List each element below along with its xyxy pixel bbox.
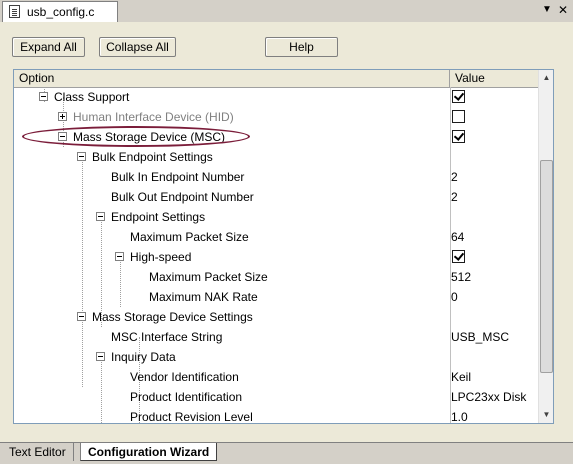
option-label: Endpoint Settings bbox=[111, 210, 206, 224]
option-value[interactable]: 64 bbox=[451, 230, 464, 244]
vertical-scrollbar[interactable]: ▲ ▼ bbox=[538, 70, 553, 423]
tree-row-hid[interactable]: Human Interface Device (HID) bbox=[14, 107, 538, 127]
column-header-value[interactable]: Value bbox=[450, 70, 538, 87]
option-label: Human Interface Device (HID) bbox=[73, 110, 234, 124]
file-tab-usb-config[interactable]: usb_config.c bbox=[2, 1, 118, 22]
checkbox-unchecked[interactable] bbox=[452, 110, 465, 123]
tree-row-vendor-identification[interactable]: Vendor Identification Keil bbox=[14, 367, 538, 387]
collapse-icon[interactable] bbox=[39, 92, 48, 101]
option-value[interactable]: 1.0 bbox=[451, 410, 468, 423]
tab-list-dropdown-icon[interactable]: ▼ bbox=[541, 4, 553, 16]
document-icon bbox=[9, 5, 20, 18]
tree-row-high-speed[interactable]: High-speed bbox=[14, 247, 538, 267]
tree-row-msc-interface-string[interactable]: MSC Interface String USB_MSC bbox=[14, 327, 538, 347]
option-label: Bulk Endpoint Settings bbox=[92, 150, 213, 164]
tree-row-msd-settings[interactable]: Mass Storage Device Settings bbox=[14, 307, 538, 327]
tree-row-product-identification[interactable]: Product Identification LPC23xx Disk bbox=[14, 387, 538, 407]
file-tab-label: usb_config.c bbox=[27, 5, 95, 19]
option-label: Product Revision Level bbox=[130, 410, 253, 424]
option-label: MSC Interface String bbox=[111, 330, 223, 344]
option-value[interactable]: 0 bbox=[451, 290, 458, 304]
options-tree: Class Support Human Interface Device (HI… bbox=[14, 87, 538, 424]
option-label: Vendor Identification bbox=[130, 370, 239, 384]
tree-row-msc[interactable]: Mass Storage Device (MSC) bbox=[14, 127, 538, 147]
collapse-icon[interactable] bbox=[115, 252, 124, 261]
scroll-up-arrow-icon[interactable]: ▲ bbox=[539, 70, 553, 86]
expand-all-button[interactable]: Expand All bbox=[12, 37, 85, 57]
tree-row-product-revision-level[interactable]: Product Revision Level 1.0 bbox=[14, 407, 538, 424]
option-label: Product Identification bbox=[130, 390, 243, 404]
option-value[interactable]: 2 bbox=[451, 190, 458, 204]
option-value[interactable]: 2 bbox=[451, 170, 458, 184]
tab-configuration-wizard[interactable]: Configuration Wizard bbox=[80, 443, 218, 461]
tree-row-class-support[interactable]: Class Support bbox=[14, 87, 538, 107]
close-icon[interactable]: ✕ bbox=[557, 4, 569, 16]
file-tab-strip: usb_config.c ▼ ✕ bbox=[0, 0, 573, 23]
tree-row-bulk-out-endpoint[interactable]: Bulk Out Endpoint Number 2 bbox=[14, 187, 538, 207]
tree-row-endpoint-settings[interactable]: Endpoint Settings bbox=[14, 207, 538, 227]
tree-row-inquiry-data[interactable]: Inquiry Data bbox=[14, 347, 538, 367]
collapse-icon[interactable] bbox=[96, 212, 105, 221]
option-label: Class Support bbox=[54, 90, 130, 104]
scrollbar-thumb[interactable] bbox=[540, 160, 553, 373]
tree-row-bulk-endpoint-settings[interactable]: Bulk Endpoint Settings bbox=[14, 147, 538, 167]
option-label: Maximum Packet Size bbox=[149, 270, 268, 284]
option-value[interactable]: Keil bbox=[451, 370, 471, 384]
option-value[interactable]: LPC23xx Disk bbox=[451, 390, 526, 404]
editor-mode-tabs: Text Editor Configuration Wizard bbox=[0, 442, 573, 464]
tree-row-hs-max-packet-size[interactable]: Maximum Packet Size 512 bbox=[14, 267, 538, 287]
option-label: Inquiry Data bbox=[111, 350, 176, 364]
scroll-down-arrow-icon[interactable]: ▼ bbox=[539, 407, 553, 423]
expand-icon[interactable] bbox=[58, 112, 67, 121]
collapse-all-button[interactable]: Collapse All bbox=[99, 37, 176, 57]
tree-row-max-packet-size[interactable]: Maximum Packet Size 64 bbox=[14, 227, 538, 247]
column-header-option[interactable]: Option bbox=[14, 70, 450, 87]
option-label: Bulk Out Endpoint Number bbox=[111, 190, 254, 204]
option-value[interactable]: USB_MSC bbox=[451, 330, 509, 344]
option-label: High-speed bbox=[130, 250, 192, 264]
option-label: Maximum NAK Rate bbox=[149, 290, 258, 304]
option-label: Maximum Packet Size bbox=[130, 230, 249, 244]
collapse-icon[interactable] bbox=[77, 312, 86, 321]
help-button[interactable]: Help bbox=[265, 37, 338, 57]
tab-text-editor[interactable]: Text Editor bbox=[2, 443, 74, 461]
option-label: Bulk In Endpoint Number bbox=[111, 170, 245, 184]
collapse-icon[interactable] bbox=[77, 152, 86, 161]
collapse-icon[interactable] bbox=[96, 352, 105, 361]
options-grid: Option Value Class Support Human Interfa… bbox=[13, 69, 554, 424]
tree-row-bulk-in-endpoint[interactable]: Bulk In Endpoint Number 2 bbox=[14, 167, 538, 187]
collapse-icon[interactable] bbox=[58, 132, 67, 141]
checkbox-checked[interactable] bbox=[452, 90, 465, 103]
tree-row-max-nak-rate[interactable]: Maximum NAK Rate 0 bbox=[14, 287, 538, 307]
option-label: Mass Storage Device Settings bbox=[92, 310, 253, 324]
checkbox-checked[interactable] bbox=[452, 250, 465, 263]
option-label: Mass Storage Device (MSC) bbox=[73, 130, 226, 144]
option-value[interactable]: 512 bbox=[451, 270, 471, 284]
checkbox-checked[interactable] bbox=[452, 130, 465, 143]
grid-header: Option Value bbox=[14, 70, 538, 88]
